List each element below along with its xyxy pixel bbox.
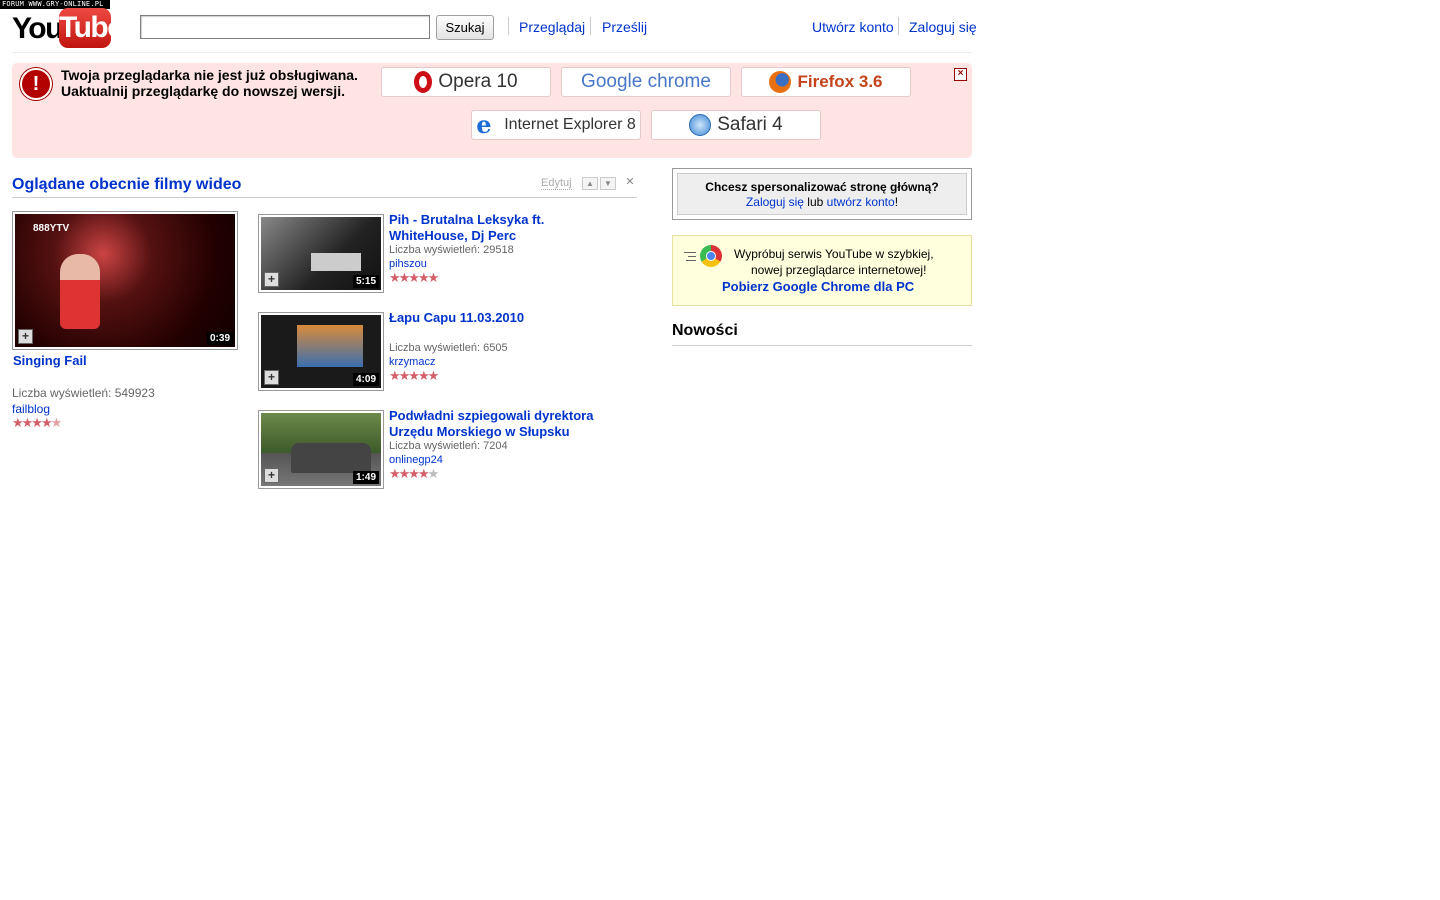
video-rating-stars: ★★★★★: [389, 466, 439, 481]
video-thumbnail[interactable]: + 5:15: [258, 214, 384, 293]
video-views: Liczba wyświetleń: 29518: [389, 244, 514, 256]
opera-icon: [414, 71, 433, 93]
section-title: Oglądane obecnie filmy wideo: [12, 176, 242, 193]
video-views: Liczba wyświetleń: 7204: [389, 440, 508, 452]
nav-upload-link[interactable]: Prześlij: [602, 19, 647, 35]
video-duration: 0:39: [206, 332, 233, 345]
create-account-link[interactable]: Utwórz konto: [812, 19, 894, 35]
browser-label: Google chrome: [581, 71, 711, 92]
video-title[interactable]: Łapu Capu 11.03.2010: [389, 310, 569, 326]
personalize-box: Chcesz spersonalizować stronę główną? Za…: [672, 168, 972, 220]
browser-label: Opera 10: [438, 71, 518, 92]
firefox-icon: [769, 71, 792, 93]
move-down-icon[interactable]: ▼: [600, 177, 616, 190]
chrome-promo-box: Wypróbuj serwis YouTube w szybkiej, nowe…: [672, 235, 972, 306]
nav-separator: [898, 17, 899, 35]
news-divider: [672, 345, 972, 346]
personalize-login-link[interactable]: Zaloguj się: [746, 195, 804, 209]
singer-figure: [60, 254, 100, 329]
video-thumbnail-image: + 1:49: [261, 413, 381, 486]
nav-separator: [590, 17, 591, 35]
video-thumbnail[interactable]: + 4:09: [258, 312, 384, 391]
personalize-or: lub: [803, 195, 827, 209]
video-views: Liczba wyświetleń: 6505: [389, 342, 508, 354]
featured-rating-stars: ★★★★★: [12, 415, 62, 430]
chrome-download-button[interactable]: Google chrome: [561, 67, 731, 97]
personalize-create-link[interactable]: utwórz konto: [827, 195, 895, 209]
move-up-icon[interactable]: ▲: [582, 177, 598, 190]
video-title[interactable]: Pih - Brutalna Leksyka ft. WhiteHouse, D…: [389, 212, 569, 244]
logo-you: You: [12, 12, 63, 45]
browser-label: Safari 4: [717, 114, 783, 135]
chrome-promo-line-2: nowej przeglądarce internetowej!: [751, 263, 927, 277]
video-thumbnail-image: + 4:09: [261, 315, 381, 388]
news-title: Nowości: [672, 322, 738, 339]
featured-overlay-text: 888YTV: [33, 223, 70, 234]
login-link[interactable]: Zaloguj się: [909, 19, 977, 35]
browser-label: Firefox 3.6: [797, 72, 883, 91]
video-rating-stars: ★★★★★: [389, 270, 439, 285]
video-user[interactable]: krzymacz: [389, 356, 435, 368]
add-to-quicklist-icon[interactable]: +: [264, 370, 279, 385]
video-title[interactable]: Podwładni szpiegowali dyrektora Urzędu M…: [389, 408, 619, 440]
browser-label: Internet Explorer 8: [504, 116, 636, 133]
safari-download-button[interactable]: Safari 4: [651, 110, 821, 140]
video-duration: 4:09: [352, 373, 379, 386]
logo-tube: Tube: [59, 8, 124, 48]
video-thumbnail-image: + 5:15: [261, 217, 381, 290]
video-user[interactable]: onlinegp24: [389, 454, 443, 466]
banner-line-1: Twoja przeglądarka nie jest już obsługiw…: [61, 67, 358, 83]
firefox-download-button[interactable]: Firefox 3.6: [741, 67, 911, 97]
chrome-icon: [700, 245, 722, 267]
add-to-quicklist-icon[interactable]: +: [264, 272, 279, 287]
add-to-quicklist-icon[interactable]: +: [264, 468, 279, 483]
banner-message: Twoja przeglądarka nie jest już obsługiw…: [61, 67, 371, 99]
download-chrome-link[interactable]: Pobierz Google Chrome dla PC: [722, 279, 914, 294]
header-divider: [12, 52, 972, 53]
video-thumbnail[interactable]: + 1:49: [258, 410, 384, 489]
ie-download-button[interactable]: e Internet Explorer 8: [471, 110, 641, 140]
nav-separator: [508, 17, 509, 35]
video-rating-stars: ★★★★★: [389, 368, 439, 383]
personalize-actions: Zaloguj się lub utwórz konto!: [678, 195, 966, 210]
featured-video-user[interactable]: failblog: [12, 402, 50, 416]
add-to-quicklist-icon[interactable]: +: [18, 329, 33, 344]
ie-icon: e: [476, 110, 492, 139]
alert-icon: !: [20, 68, 52, 100]
section-divider: [12, 197, 637, 198]
edit-link[interactable]: Edytuj: [541, 177, 572, 190]
personalize-end: !: [894, 195, 899, 209]
car-shape: [291, 443, 371, 473]
video-scene: [297, 325, 363, 367]
video-duration: 5:15: [352, 275, 379, 288]
close-banner-icon[interactable]: ×: [954, 68, 967, 81]
featured-video-views: Liczba wyświetleń: 549923: [12, 386, 155, 400]
search-button[interactable]: Szukaj: [436, 15, 494, 40]
video-duration: 1:49: [352, 471, 379, 484]
safari-icon: [689, 114, 712, 136]
video-user[interactable]: pihszou: [389, 258, 427, 270]
featured-video-title[interactable]: Singing Fail: [13, 353, 87, 369]
speed-lines-icon: [684, 252, 696, 264]
opera-download-button[interactable]: Opera 10: [381, 67, 551, 97]
chrome-promo-line-1: Wypróbuj serwis YouTube w szybkiej,: [734, 247, 934, 261]
search-input[interactable]: [140, 15, 430, 39]
featured-thumbnail[interactable]: 888YTV + 0:39: [12, 211, 238, 350]
close-section-icon[interactable]: ✕: [623, 177, 637, 188]
printer-shape: [311, 253, 361, 271]
unsupported-browser-banner: ! Twoja przeglądarka nie jest już obsług…: [12, 63, 972, 158]
personalize-question: Chcesz spersonalizować stronę główną?: [705, 180, 939, 194]
youtube-logo[interactable]: You Tube: [12, 8, 124, 48]
featured-thumbnail-image: 888YTV + 0:39: [15, 214, 235, 347]
nav-browse-link[interactable]: Przeglądaj: [519, 19, 585, 35]
banner-line-2: Uaktualnij przeglądarkę do nowszej wersj…: [61, 83, 345, 99]
